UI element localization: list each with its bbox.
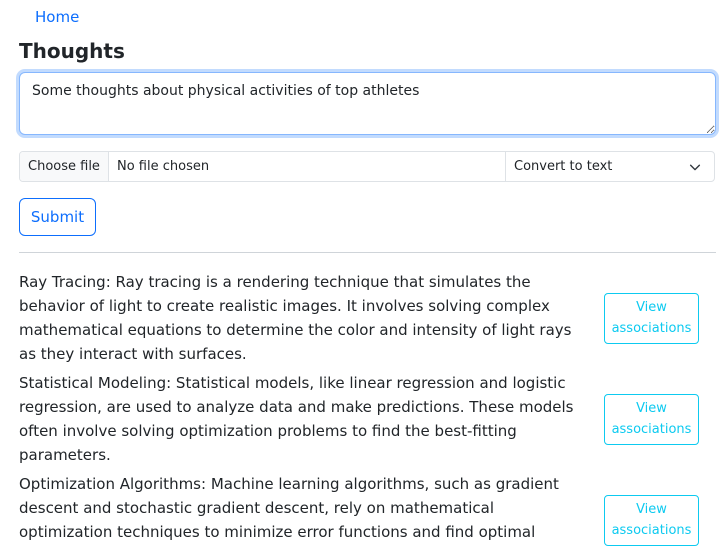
view-associations-button[interactable]: View associations bbox=[604, 393, 699, 445]
thought-text-input[interactable]: Some thoughts about physical activities … bbox=[19, 72, 716, 135]
section-divider bbox=[19, 252, 716, 253]
conversion-selected-value: Convert to text bbox=[514, 159, 613, 174]
thought-form: Some thoughts about physical activities … bbox=[19, 72, 716, 236]
thought-text: Optimization Algorithms: Machine learnin… bbox=[19, 475, 559, 541]
choose-file-button[interactable]: Choose file bbox=[20, 152, 109, 181]
breadcrumb-home-link[interactable]: Home bbox=[35, 8, 79, 26]
page-title: Thoughts bbox=[19, 39, 125, 63]
file-status-text: No file chosen bbox=[117, 159, 210, 174]
thought-list: Ray Tracing: Ray tracing is a rendering … bbox=[19, 270, 699, 546]
thought-text: Ray Tracing: Ray tracing is a rendering … bbox=[19, 273, 572, 363]
thoughts-page: Home Thoughts Some thoughts about physic… bbox=[0, 0, 722, 546]
conversion-select[interactable]: Convert to text bbox=[506, 152, 714, 181]
breadcrumb: Home bbox=[19, 0, 715, 34]
thought-item: Optimization Algorithms: Machine learnin… bbox=[19, 472, 699, 546]
thought-item: Ray Tracing: Ray tracing is a rendering … bbox=[19, 270, 699, 366]
chevron-down-icon bbox=[689, 164, 701, 171]
view-associations-button[interactable]: View associations bbox=[604, 292, 699, 344]
thought-item: Statistical Modeling: Statistical models… bbox=[19, 371, 699, 467]
submit-button[interactable]: Submit bbox=[19, 198, 96, 236]
view-associations-button[interactable]: View associations bbox=[604, 494, 699, 546]
thought-text: Statistical Modeling: Statistical models… bbox=[19, 374, 574, 464]
file-upload-row: Choose file No file chosen Convert to te… bbox=[19, 151, 715, 182]
file-input[interactable]: Choose file No file chosen bbox=[20, 152, 506, 181]
